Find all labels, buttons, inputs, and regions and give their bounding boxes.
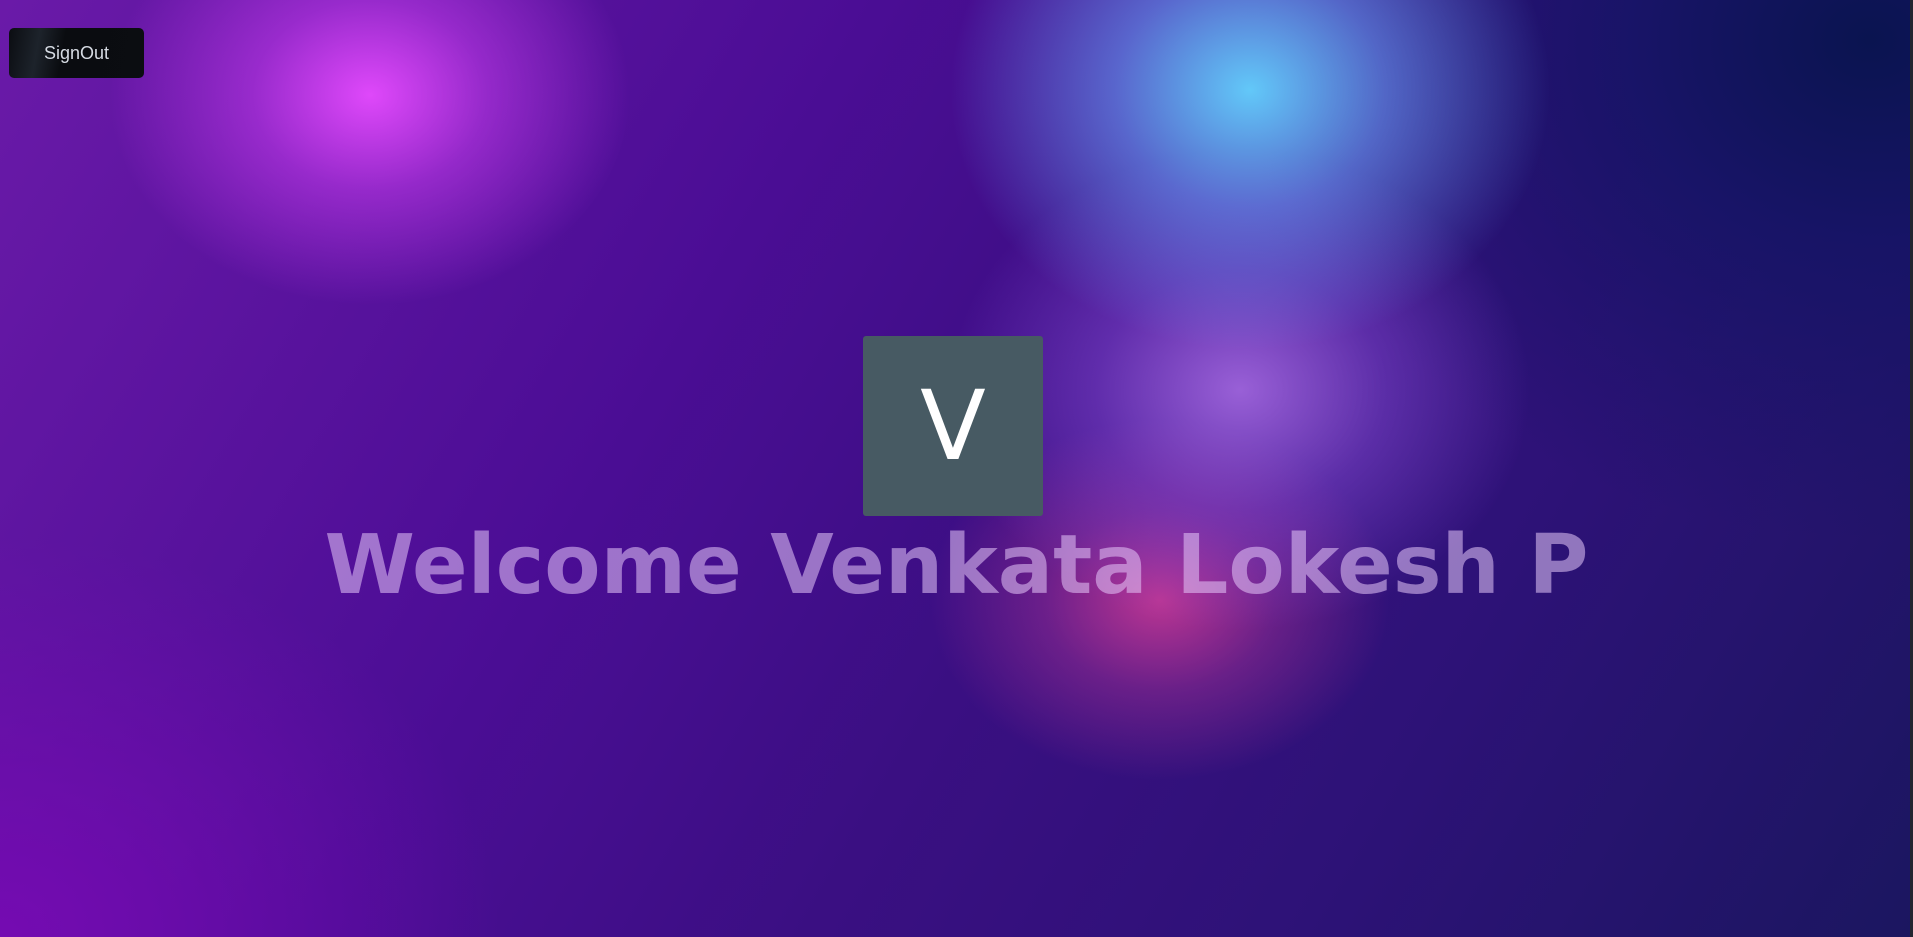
welcome-heading: Welcome Venkata Lokesh P: [324, 518, 1589, 613]
signout-button[interactable]: SignOut: [9, 28, 144, 78]
avatar: V: [863, 336, 1043, 516]
app-root: SignOut V Welcome Venkata Lokesh P: [0, 0, 1913, 937]
